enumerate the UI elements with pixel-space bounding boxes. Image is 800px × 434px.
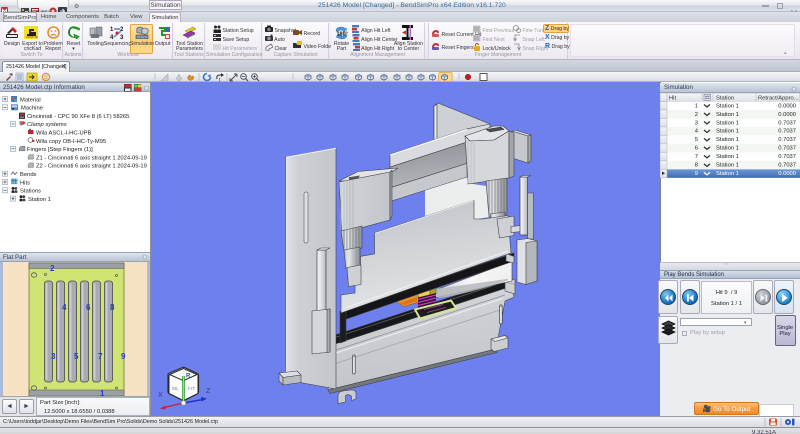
svg-text:Station 1: Station 1 — [716, 129, 739, 135]
svg-text:5: 5 — [74, 352, 79, 361]
svg-text:Station 1: Station 1 — [716, 120, 739, 126]
svg-text:2: 2 — [50, 264, 55, 273]
svg-text:Bends: Bends — [20, 172, 37, 178]
svg-text:Station: Station — [716, 95, 734, 101]
svg-text:StL: StL — [172, 386, 180, 391]
svg-text:Z1 - Cincinnati 6 axis straigh: Z1 - Cincinnati 6 axis straight 1 2024-0… — [36, 155, 147, 161]
svg-text:8: 8 — [695, 163, 698, 169]
svg-text:0.0000: 0.0000 — [778, 112, 796, 118]
svg-text:3: 3 — [120, 35, 124, 39]
svg-text:Wila ASCL-I-HC-UPB: Wila ASCL-I-HC-UPB — [36, 131, 92, 137]
svg-text:2: 2 — [695, 112, 698, 118]
svg-text:Z2 - Cincinnati 6 axis straigh: Z2 - Cincinnati 6 axis straight 1 2024-0… — [36, 164, 147, 170]
svg-text:Machine: Machine — [21, 106, 43, 112]
svg-text:Station 1: Station 1 — [716, 163, 739, 169]
svg-text:Retract/Appro...: Retract/Appro... — [758, 95, 799, 101]
svg-text:0.7037: 0.7037 — [778, 146, 796, 152]
svg-text:Cincinnati - CPC 90 XFe 8 (6 L: Cincinnati - CPC 90 XFe 8 (6 LT) 58265 — [27, 114, 129, 120]
svg-text:Hits: Hits — [20, 180, 30, 186]
svg-text:Station 1: Station 1 — [716, 146, 739, 152]
svg-text:9: 9 — [695, 171, 698, 177]
svg-text:8: 8 — [110, 303, 115, 312]
svg-text:cncKad: cncKad — [26, 34, 38, 39]
svg-text:Clamp systems: Clamp systems — [27, 122, 67, 128]
svg-text:0.7037: 0.7037 — [778, 137, 796, 143]
svg-text:1: 1 — [110, 27, 114, 33]
svg-text:0.7037: 0.7037 — [778, 129, 796, 135]
svg-text:R: R — [186, 374, 191, 380]
svg-text:7: 7 — [98, 352, 103, 361]
svg-text:Station 1: Station 1 — [716, 112, 739, 118]
svg-text:3: 3 — [51, 352, 56, 361]
svg-text:X: X — [158, 392, 163, 399]
svg-text:0.7037: 0.7037 — [778, 154, 796, 160]
svg-text:Wila copy OB-I-HC-Ty-M95: Wila copy OB-I-HC-Ty-M95 — [36, 139, 106, 145]
svg-text:0.0000: 0.0000 — [778, 171, 796, 177]
svg-text:Station 1: Station 1 — [716, 171, 739, 177]
svg-text:Z: Z — [206, 388, 211, 395]
svg-text:Station 1: Station 1 — [716, 137, 739, 143]
svg-text:7: 7 — [695, 154, 698, 160]
svg-text:6: 6 — [695, 146, 698, 152]
svg-text:6: 6 — [86, 303, 91, 312]
svg-text:9: 9 — [121, 352, 126, 361]
svg-text:4: 4 — [62, 303, 67, 312]
svg-text:1: 1 — [100, 389, 105, 396]
svg-text:Station 1: Station 1 — [716, 154, 739, 160]
svg-text:Hit: Hit — [669, 95, 676, 101]
svg-text:180°: 180° — [337, 32, 348, 38]
svg-text:Material: Material — [20, 97, 41, 103]
svg-text:FrT: FrT — [188, 386, 196, 391]
svg-text:Fingers [Step Fingers (1)]: Fingers [Step Fingers (1)] — [27, 147, 93, 153]
svg-text:5: 5 — [695, 137, 698, 143]
svg-text:Stations: Stations — [20, 189, 41, 195]
svg-text:0.7037: 0.7037 — [778, 163, 796, 169]
svg-text:0.0000: 0.0000 — [778, 103, 796, 109]
svg-text:4: 4 — [110, 35, 114, 39]
svg-text:Station 1: Station 1 — [716, 103, 739, 109]
svg-text:3: 3 — [695, 120, 698, 126]
svg-text:1: 1 — [695, 103, 698, 109]
svg-text:Station 1: Station 1 — [28, 197, 51, 203]
svg-text:0.7037: 0.7037 — [778, 120, 796, 126]
